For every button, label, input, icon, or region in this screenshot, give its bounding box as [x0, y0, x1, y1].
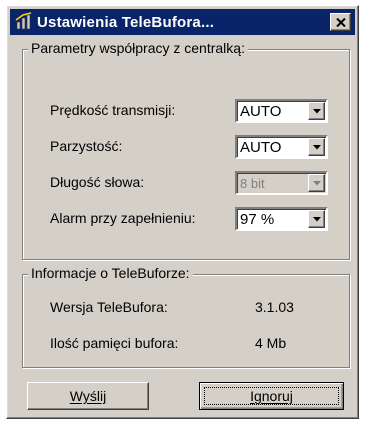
params-group: Parametry współpracy z centralką: Prędko… [22, 40, 350, 260]
buffer-alarm-select[interactable]: 97 % [235, 207, 328, 231]
buffer-alarm-dropdown-button[interactable] [308, 210, 325, 228]
word-length-select: 8 bit [235, 171, 328, 195]
ignore-button[interactable]: Ignoruj [199, 382, 344, 410]
memory-label: Ilość pamięci bufora: [50, 335, 179, 351]
version-value: 3.1.03 [255, 299, 294, 315]
parity-label: Parzystość: [50, 138, 123, 154]
close-icon [335, 17, 346, 27]
version-label: Wersja TeleBufora: [50, 299, 168, 315]
dropdown-arrow-icon [312, 144, 321, 149]
parity-dropdown-button[interactable] [308, 138, 325, 156]
dropdown-arrow-icon [312, 216, 321, 221]
send-button[interactable]: Wyślij [27, 382, 149, 410]
dropdown-arrow-icon [312, 108, 321, 113]
baud-rate-dropdown-button[interactable] [308, 102, 325, 120]
buffer-alarm-label: Alarm przy zapełnieniu: [50, 210, 196, 226]
title-bar[interactable]: Ustawienia TeleBufora... [10, 9, 355, 35]
baud-rate-label: Prędkość transmisji: [50, 102, 176, 118]
dropdown-arrow-icon [312, 180, 321, 185]
word-length-label: Długość słowa: [50, 174, 145, 190]
info-group: Informacje o TeleBuforze: Wersja TeleBuf… [22, 265, 350, 368]
send-button-label: Wyślij [69, 388, 107, 404]
buffer-alarm-value: 97 % [240, 211, 275, 228]
word-length-dropdown-button [308, 174, 325, 192]
params-group-legend: Parametry współpracy z centralką: [28, 40, 248, 56]
baud-rate-select[interactable]: AUTO [235, 99, 328, 123]
baud-rate-value: AUTO [240, 103, 282, 120]
parity-value: AUTO [240, 139, 282, 156]
ignore-button-label: Ignoruj [250, 388, 293, 404]
word-length-value: 8 bit [240, 176, 265, 191]
window-title: Ustawienia TeleBufora... [37, 13, 215, 31]
parity-select[interactable]: AUTO [235, 135, 328, 159]
settings-dialog: Ustawienia TeleBufora... Parametry współ… [6, 5, 359, 419]
memory-value: 4 Mb [255, 335, 287, 351]
close-button[interactable] [330, 13, 351, 31]
telebufor-app-icon [15, 12, 32, 30]
info-group-legend: Informacje o TeleBuforze: [28, 265, 193, 281]
